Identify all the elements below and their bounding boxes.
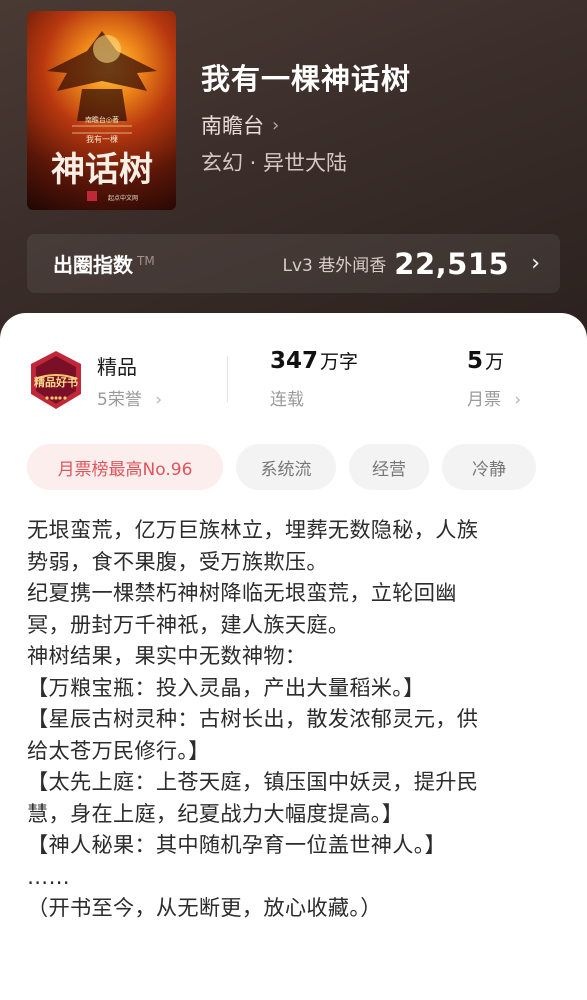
tag-item[interactable]: 经营: [349, 444, 429, 490]
synopsis-line: 【太先上庭：上苍天庭，镇压国中妖灵，提升民: [27, 769, 479, 794]
synopsis-line: （开书至今，从无断更，放心收藏。）: [27, 895, 382, 920]
author-name: 南瞻台: [201, 114, 264, 138]
monthly-tickets: 5万: [467, 347, 504, 374]
index-label: 出圈指数: [53, 253, 133, 277]
cover-author-text: 南瞻台◎著: [85, 115, 119, 124]
tag-item[interactable]: 系统流: [236, 444, 336, 490]
chevron-right-icon: ›: [531, 251, 540, 276]
tag-item[interactable]: 冷静: [442, 444, 536, 490]
index-right: Lv3 巷外闻香 22,515 ›: [283, 247, 541, 281]
synopsis-line: 神树结果，果实中无数神物：: [27, 643, 307, 668]
chevron-right-icon: ›: [272, 114, 280, 136]
honor-count: 5荣誉: [97, 390, 142, 410]
tag-ranking[interactable]: 月票榜最高No.96: [27, 444, 223, 490]
honor-title: 精品: [97, 355, 137, 379]
word-count: 347 万字: [270, 347, 358, 374]
synopsis-line: 【星辰古树灵种：古树长出，散发浓郁灵元，供: [27, 706, 479, 731]
book-genre: 玄幻 · 异世大陆: [201, 151, 348, 175]
index-level: Lv3 巷外闻香: [282, 256, 387, 276]
cover-art: 南瞻台◎著 我有一棵 神话树 起点中文网: [47, 31, 157, 202]
cover-title-text: 神话树: [51, 150, 153, 190]
monthly-tickets-unit: 万: [485, 351, 505, 373]
serial-status: 连载: [270, 390, 304, 410]
chevron-right-icon: ›: [514, 390, 522, 410]
author-link[interactable]: 南瞻台 ›: [201, 110, 279, 140]
cover-small-text: 我有一棵: [86, 134, 118, 144]
chevron-right-icon: ›: [155, 390, 163, 410]
word-count-number: 347: [270, 348, 319, 374]
index-value: 22,515: [394, 246, 510, 281]
book-cover[interactable]: 南瞻台◎著 我有一棵 神话树 起点中文网: [27, 11, 176, 210]
word-count-unit: 万字: [320, 351, 359, 373]
synopsis-line: 无垠蛮荒，亿万巨族林立，埋葬无数隐秘，人族: [27, 517, 479, 542]
book-synopsis[interactable]: 无垠蛮荒，亿万巨族林立，埋葬无数隐秘，人族 势弱，食不果腹，受万族欺压。 纪夏携…: [27, 514, 567, 924]
synopsis-line: 势弱，食不果腹，受万族欺压。: [27, 548, 328, 574]
trademark-mark: TM: [137, 254, 155, 268]
synopsis-line: 给太苍万民修行。】: [27, 737, 210, 763]
book-header: 南瞻台◎著 我有一棵 神话树 起点中文网 我有一棵神话树 南瞻台 › 玄幻 · …: [0, 0, 587, 340]
monthly-tickets-number: 5: [467, 348, 484, 374]
cover-publisher-text: 起点中文网: [108, 194, 138, 202]
book-title: 我有一棵神话树: [201, 62, 412, 96]
stats-divider: [227, 356, 228, 402]
synopsis-line: 冥，册封万千神祇，建人族天庭。: [27, 611, 350, 637]
synopsis-line: 纪夏携一棵禁朽神树降临无垠蛮荒，立轮回幽: [27, 580, 457, 605]
synopsis-line: 【神人秘果：其中随机孕育一位盖世神人。】: [27, 832, 447, 857]
badge-text: 精品好书: [34, 375, 78, 389]
synopsis-line: 慧，身在上庭，纪夏战力大幅度提高。】: [27, 800, 404, 826]
synopsis-line: ……: [27, 863, 70, 889]
honor-link[interactable]: 5荣誉 ›: [97, 385, 162, 410]
quality-badge-icon[interactable]: 精品好书: [27, 349, 85, 411]
synopsis-line: 【万粮宝瓶：投入灵晶，产出大量稻米。】: [27, 674, 425, 700]
popularity-index-bar[interactable]: 出圈指数 TM Lv3 巷外闻香 22,515 ›: [27, 234, 560, 293]
monthly-tickets-link[interactable]: 月票 ›: [467, 385, 521, 410]
monthly-tickets-label: 月票: [467, 390, 501, 410]
tag-list: 月票榜最高No.96 系统流 经营 冷静: [27, 444, 536, 490]
